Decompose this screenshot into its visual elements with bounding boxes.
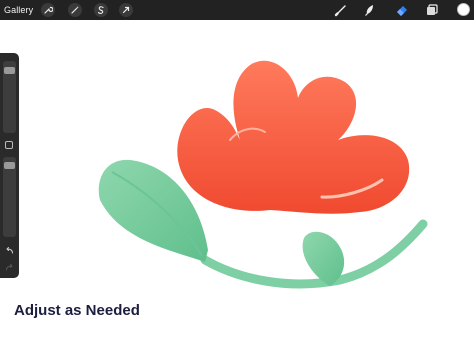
gallery-button[interactable]: Gallery [4,2,38,18]
brush-size-slider[interactable] [3,61,16,133]
transform-arrow-icon[interactable] [119,3,133,17]
layers-icon[interactable] [424,2,440,18]
selection-icon[interactable] [94,3,108,17]
sidebar [0,53,19,278]
top-toolbar: Gallery [0,0,474,20]
square-icon[interactable] [5,141,13,149]
small-leaf [302,231,345,286]
opacity-slider-thumb[interactable] [4,161,15,169]
flower-petals [177,60,410,214]
brush-icon[interactable] [333,2,349,18]
magic-wand-icon[interactable] [68,3,82,17]
undo-icon[interactable] [3,245,16,255]
eraser-icon[interactable] [394,2,410,18]
redo-icon[interactable] [3,262,16,272]
opacity-slider[interactable] [3,157,16,237]
caption: Adjust as Needed [14,302,140,319]
smudge-icon[interactable] [362,2,378,18]
flower-illustration [98,60,428,289]
color-swatch-button[interactable] [457,3,470,16]
flower-head [177,60,410,214]
brush-size-slider-thumb[interactable] [4,67,15,75]
wrench-icon[interactable] [41,3,55,17]
